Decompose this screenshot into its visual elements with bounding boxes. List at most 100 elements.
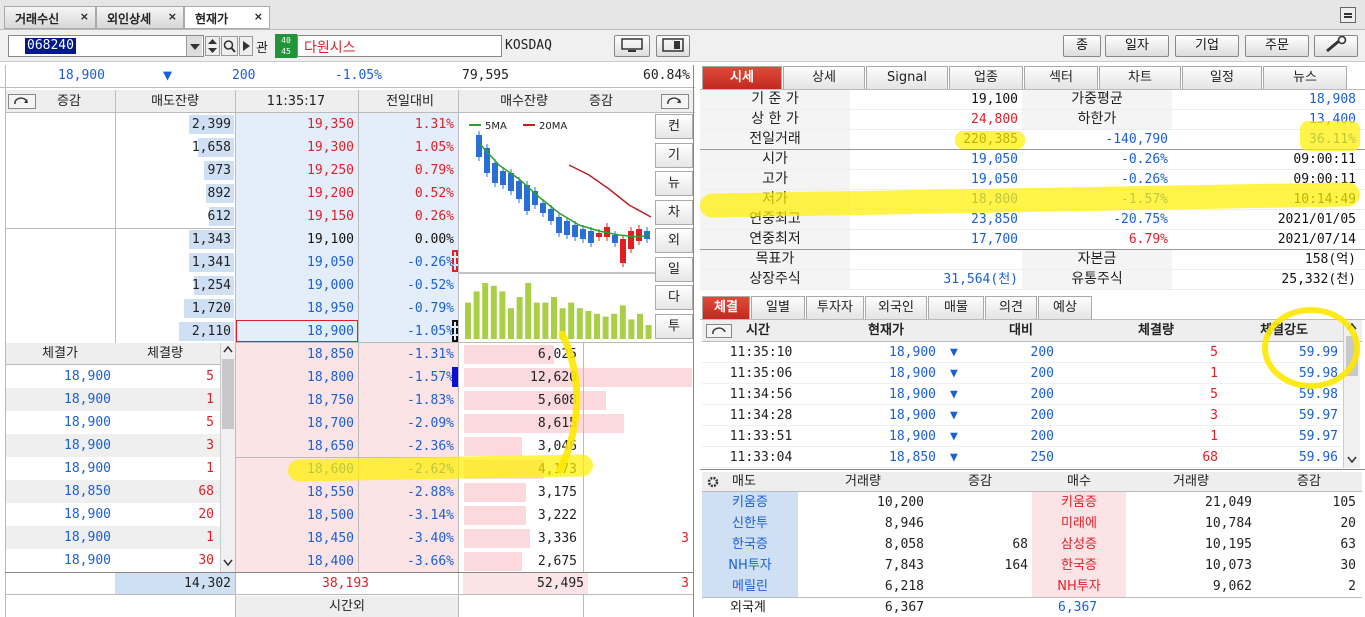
close-icon[interactable]: × [168, 10, 177, 23]
exec-row[interactable]: 18,850 68 [5, 480, 220, 503]
side-button[interactable]: 일 [655, 256, 693, 282]
ask-row[interactable]: 892 [115, 182, 235, 205]
info-tab[interactable]: 상세 [783, 66, 865, 89]
side-button[interactable]: 외 [655, 228, 693, 253]
bid-price-row[interactable]: 18,800 -1.57% [236, 366, 458, 389]
bid-price-row[interactable]: 18,500 -3.14% [236, 504, 458, 527]
detail-tab[interactable]: 의견 [985, 296, 1037, 319]
bid-price-row[interactable]: 18,850 -1.31% [236, 343, 458, 366]
exec-row[interactable]: 18,900 30 [5, 549, 220, 572]
ask-price-row[interactable]: 19,250 0.79% [236, 159, 458, 182]
trade-row[interactable]: 11:35:06 18,900 ▼ 200 1 59.98 [702, 363, 1342, 384]
scroll-down-icon[interactable] [1344, 452, 1360, 466]
info-tab[interactable]: 차트 [1099, 66, 1181, 89]
info-tab[interactable]: Signal [866, 66, 948, 89]
broker-row[interactable]: 한국증 8,058 68 삼성증 10,195 63 [702, 534, 1362, 555]
side-button[interactable]: 투 [655, 313, 693, 339]
refresh-icon[interactable] [8, 94, 36, 109]
side-button[interactable]: 다 [655, 285, 693, 310]
wrench-icon[interactable] [1314, 35, 1358, 57]
close-icon[interactable]: × [254, 10, 263, 23]
broker-row[interactable]: 키움증 10,200 키움증 21,049 105 [702, 492, 1362, 513]
side-button[interactable]: 뉴 [655, 171, 693, 196]
broker-row[interactable]: 메릴린 6,218 NH투자 9,062 2 [702, 576, 1362, 597]
spin-up-down-icon[interactable] [205, 36, 220, 56]
trade-row[interactable]: 11:34:56 18,900 ▼ 200 5 59.98 [702, 384, 1342, 405]
company-button[interactable]: 기업 [1175, 35, 1239, 57]
chevron-down-icon[interactable] [186, 36, 202, 56]
bid-price-row[interactable]: 18,550 -2.88% [236, 481, 458, 504]
bid-price-row[interactable]: 18,750 -1.83% [236, 389, 458, 412]
exec-row[interactable]: 18,900 3 [5, 434, 220, 457]
detail-tab[interactable]: 외국인 [865, 296, 927, 319]
ask-row[interactable]: 1,254 [115, 274, 235, 297]
ask-row[interactable]: 1,720 [115, 297, 235, 320]
monitor-icon[interactable] [614, 35, 650, 57]
ask-row[interactable]: 1,343 [115, 228, 235, 251]
ask-price-row[interactable]: 19,350 1.31% [236, 113, 458, 136]
window-layout-icon[interactable] [656, 35, 690, 57]
bid-row[interactable]: 3,222 [458, 504, 693, 527]
ask-price-row[interactable]: 19,050 -0.26% [236, 251, 458, 274]
exec-row[interactable]: 18,900 5 [5, 411, 220, 434]
ask-price-row[interactable]: 19,300 1.05% [236, 136, 458, 159]
exec-row[interactable]: 18,900 1 [5, 388, 220, 411]
bid-price-row[interactable]: 18,450 -3.40% [236, 527, 458, 550]
trade-row[interactable]: 11:35:10 18,900 ▼ 200 5 59.99 [702, 342, 1342, 363]
date-button[interactable]: 일자 [1105, 35, 1169, 57]
ask-price-row[interactable]: 18,950 -0.79% [236, 297, 458, 320]
info-tab[interactable]: 시세 [702, 66, 782, 89]
ask-row[interactable]: 1,658 [115, 136, 235, 159]
ask-row[interactable]: 973 [115, 159, 235, 182]
detail-tab[interactable]: 예상 [1038, 296, 1092, 319]
side-button[interactable]: 차 [655, 199, 693, 225]
tab-current-price[interactable]: 현재가 × [184, 6, 270, 29]
jong-button[interactable]: 종 [1063, 35, 1101, 57]
ask-price-row[interactable]: 19,200 0.52% [236, 182, 458, 205]
refresh-icon[interactable] [706, 324, 732, 338]
side-button[interactable]: 컨 [655, 114, 693, 139]
bid-row[interactable]: 3,175 [458, 481, 693, 504]
tab-foreign-detail[interactable]: 외인상세 × [96, 6, 184, 29]
ask-price-row[interactable]: 19,100 0.00% [236, 228, 458, 251]
stock-code-field[interactable]: 068240 [8, 35, 204, 57]
tab-trade-receive[interactable]: 거래수신 × [4, 6, 96, 29]
ask-price-row[interactable]: 19,150 0.26% [236, 205, 458, 228]
exec-row[interactable]: 18,900 20 [5, 503, 220, 526]
bid-price-row[interactable]: 18,700 -2.09% [236, 412, 458, 435]
detail-tab[interactable]: 체결 [702, 296, 750, 319]
order-button[interactable]: 주문 [1245, 35, 1309, 57]
trade-row[interactable]: 11:33:04 18,850 ▼ 250 68 59.96 [702, 447, 1342, 468]
detail-tab[interactable]: 투자자 [806, 296, 864, 319]
trade-row[interactable]: 11:33:51 18,900 ▼ 200 1 59.97 [702, 426, 1342, 447]
info-tab[interactable]: 업종 [949, 66, 1023, 89]
ask-row[interactable]: 1,341 [115, 251, 235, 274]
close-icon[interactable]: × [80, 10, 89, 23]
side-button[interactable]: 기 [655, 142, 693, 168]
ask-row[interactable]: 2,110 [115, 320, 235, 343]
exec-row[interactable]: 18,900 1 [5, 457, 220, 480]
bid-row[interactable]: 2,675 [458, 550, 693, 573]
info-tab[interactable]: 일정 [1182, 66, 1262, 89]
ask-row[interactable]: 2,399 [115, 113, 235, 136]
exec-row[interactable]: 18,900 1 [5, 526, 220, 549]
info-tab[interactable]: 뉴스 [1263, 66, 1347, 89]
exec-scrollbar[interactable] [220, 343, 235, 573]
bid-price-row[interactable]: 18,400 -3.66% [236, 550, 458, 573]
search-icon[interactable] [221, 36, 238, 56]
gear-icon[interactable] [704, 475, 722, 492]
exec-row[interactable]: 18,900 5 [5, 365, 220, 388]
info-tab[interactable]: 섹터 [1024, 66, 1098, 89]
scroll-up-icon[interactable] [221, 343, 235, 357]
trade-row[interactable]: 11:34:28 18,900 ▼ 200 3 59.97 [702, 405, 1342, 426]
window-menu-icon[interactable] [1340, 7, 1356, 23]
detail-tab[interactable]: 매물 [928, 296, 984, 319]
refresh-icon[interactable] [661, 94, 689, 109]
scroll-down-icon[interactable] [221, 555, 235, 569]
broker-row[interactable]: 신한투 8,946 미래에 10,784 20 [702, 513, 1362, 534]
play-right-icon[interactable] [239, 36, 253, 56]
ask-price-row[interactable]: 19,000 -0.52% [236, 274, 458, 297]
ask-row[interactable]: 612 [115, 205, 235, 228]
bid-row[interactable]: 3,336 3 [458, 527, 693, 550]
bid-price-row[interactable]: 18,650 -2.36% [236, 435, 458, 458]
